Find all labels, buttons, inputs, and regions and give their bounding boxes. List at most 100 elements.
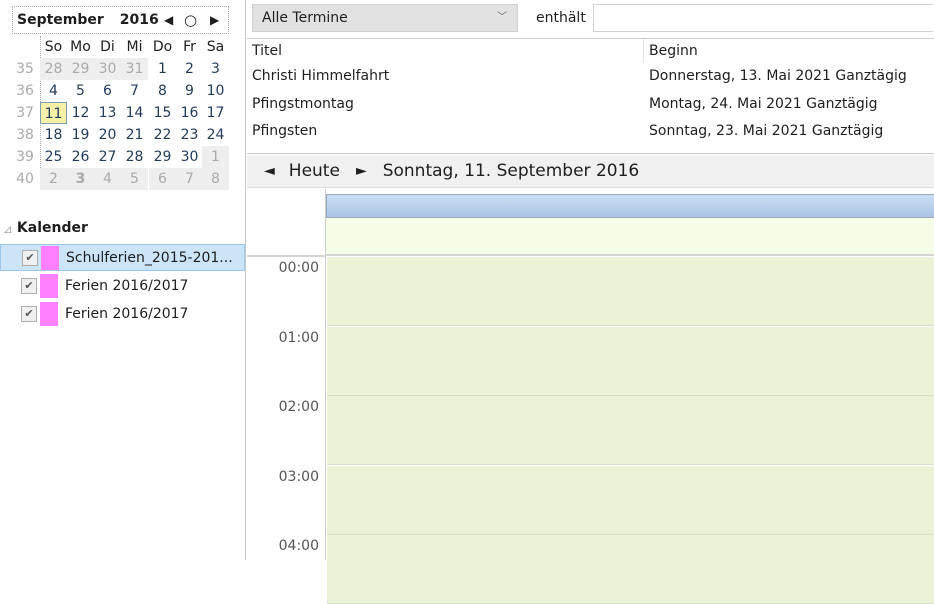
calendar-item[interactable]: ✔ Ferien 2016/2017 <box>0 300 245 327</box>
filter-dropdown[interactable]: Alle Termine ﹀ <box>252 4 518 32</box>
day-cell[interactable]: 19 <box>67 124 94 146</box>
day-header-strip[interactable] <box>326 194 934 218</box>
hour-slot[interactable] <box>327 326 934 396</box>
day-cell[interactable]: 9 <box>176 80 203 102</box>
day-cell[interactable]: 12 <box>67 102 94 124</box>
mini-calendar: September 2016 ◀ ○ ▶ So Mo Di Mi Do Fr Sa 35 28 2… <box>12 6 229 190</box>
day-cell[interactable]: 8 <box>202 168 229 190</box>
week-number: 35 <box>16 61 34 77</box>
weekday-header: So <box>44 39 63 55</box>
weekday-header: Mo <box>70 39 91 55</box>
day-cell[interactable]: 11 <box>40 102 67 124</box>
calendar-item[interactable]: ✔ Schulferien_2015-201... <box>0 244 245 271</box>
contains-label: enthält <box>536 10 586 26</box>
day-cell[interactable]: 4 <box>40 80 67 102</box>
day-cell[interactable]: 10 <box>202 80 229 102</box>
day-cell[interactable]: 15 <box>149 102 176 124</box>
column-header[interactable]: Beginn <box>649 43 698 59</box>
search-input[interactable] <box>593 4 933 32</box>
checkbox[interactable]: ✔ <box>22 249 38 266</box>
weekday-header: Mi <box>126 39 143 55</box>
day-cell[interactable]: 1 <box>149 58 176 80</box>
day-cell[interactable]: 30 <box>94 58 121 80</box>
all-day-divider <box>247 255 326 257</box>
hour-label: 00:00 <box>278 260 319 276</box>
day-cell[interactable]: 29 <box>149 146 176 168</box>
collapse-triangle-icon[interactable]: ◿ <box>4 225 11 235</box>
hour-slot[interactable] <box>327 465 934 535</box>
day-cell[interactable]: 18 <box>40 124 67 146</box>
color-swatch <box>41 245 59 270</box>
day-cell[interactable]: 4 <box>94 168 121 190</box>
day-cell[interactable]: 3 <box>67 168 94 190</box>
next-day-button[interactable]: ► <box>356 163 367 179</box>
calendar-item[interactable]: ✔ Ferien 2016/2017 <box>0 272 245 299</box>
event-title[interactable]: Christi Himmelfahrt <box>252 68 389 84</box>
day-cell[interactable]: 21 <box>121 124 148 146</box>
checkbox[interactable]: ✔ <box>21 277 37 294</box>
day-cell[interactable]: 7 <box>176 168 203 190</box>
color-swatch <box>40 301 58 326</box>
all-day-area[interactable] <box>326 218 934 256</box>
day-cell[interactable]: 20 <box>94 124 121 146</box>
day-cell[interactable]: 13 <box>94 102 121 124</box>
left-panel: September 2016 ◀ ○ ▶ So Mo Di Mi Do Fr Sa 35 28 2… <box>0 0 246 560</box>
filter-dropdown-value: Alle Termine <box>262 10 348 26</box>
day-cell[interactable]: 23 <box>176 124 203 146</box>
week-number: 39 <box>16 149 34 165</box>
day-cell[interactable]: 5 <box>67 80 94 102</box>
prev-day-button[interactable]: ◄ <box>264 163 275 179</box>
day-cell[interactable]: 17 <box>202 102 229 124</box>
day-cell[interactable]: 14 <box>121 102 148 124</box>
day-cell[interactable]: 1 <box>202 146 229 168</box>
today-button[interactable]: Heute <box>289 161 340 181</box>
calendar-list-header[interactable]: ◿ Kalender <box>4 220 88 236</box>
day-cell[interactable]: 8 <box>149 80 176 102</box>
day-cell[interactable]: 22 <box>149 124 176 146</box>
day-cell[interactable]: 7 <box>121 80 148 102</box>
events-table: Titel Beginn Christi Himmelfahrt Donnerstag… <box>247 39 934 154</box>
today-circle-icon[interactable]: ○ <box>184 11 197 29</box>
hour-slot[interactable] <box>327 396 934 465</box>
day-cell[interactable]: 29 <box>67 58 94 80</box>
day-cell[interactable]: 24 <box>202 124 229 146</box>
event-start[interactable]: Montag, 24. Mai 2021 Ganztägig <box>649 96 878 112</box>
color-swatch <box>40 273 58 298</box>
hour-slot[interactable] <box>327 257 934 326</box>
weekday-header: Fr <box>183 39 196 55</box>
year-label: 2016 <box>119 12 159 28</box>
next-month-icon[interactable]: ▶ <box>210 13 219 27</box>
day-view: 00:00 01:00 02:00 03:00 04:00 <box>247 189 934 604</box>
event-start[interactable]: Sonntag, 23. Mai 2021 Ganztägig <box>649 123 883 139</box>
day-cell[interactable]: 6 <box>94 80 121 102</box>
current-date-label: Sonntag, 11. September 2016 <box>382 161 640 181</box>
hour-label: 03:00 <box>278 468 319 485</box>
day-cell[interactable]: 5 <box>121 168 148 190</box>
day-cell[interactable]: 16 <box>176 102 203 124</box>
day-cell[interactable]: 25 <box>40 146 67 168</box>
day-cell[interactable]: 3 <box>202 58 229 80</box>
time-column <box>247 189 326 560</box>
event-start[interactable]: Donnerstag, 13. Mai 2021 Ganztägig <box>649 68 907 84</box>
calendar-label: Ferien 2016/2017 <box>65 277 189 294</box>
day-cell[interactable]: 28 <box>40 58 67 80</box>
day-cell[interactable]: 30 <box>176 146 203 168</box>
hour-label: 01:00 <box>278 329 319 346</box>
day-cell[interactable]: 28 <box>121 146 148 168</box>
day-cell[interactable]: 2 <box>176 58 203 80</box>
hour-slot[interactable] <box>327 535 934 604</box>
checkbox[interactable]: ✔ <box>21 305 37 322</box>
week-number: 38 <box>16 127 34 143</box>
weekday-header: Di <box>100 39 115 55</box>
event-title[interactable]: Pfingstmontag <box>252 96 354 112</box>
event-title[interactable]: Pfingsten <box>252 123 317 139</box>
calendar-label: Ferien 2016/2017 <box>65 305 189 322</box>
prev-month-icon[interactable]: ◀ <box>164 13 173 27</box>
column-header[interactable]: Titel <box>252 43 282 59</box>
day-cell[interactable]: 31 <box>121 58 148 80</box>
day-cell[interactable]: 27 <box>94 146 121 168</box>
day-cell[interactable]: 26 <box>67 146 94 168</box>
day-cell[interactable]: 6 <box>149 168 176 190</box>
day-cell[interactable]: 2 <box>40 168 67 190</box>
column-divider[interactable] <box>643 39 644 63</box>
